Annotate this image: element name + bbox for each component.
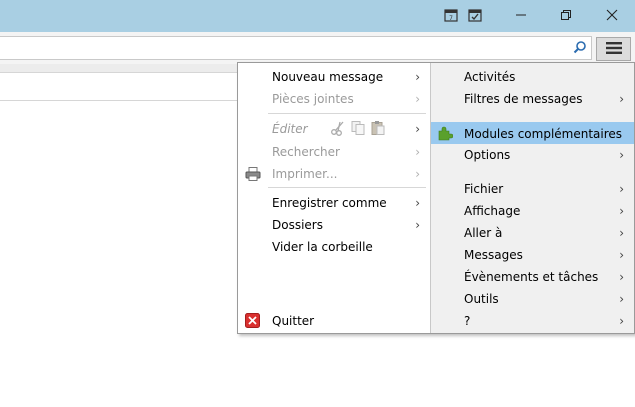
calendar-icon[interactable]: 7 [440,0,462,30]
menu-item-label: Messages [464,248,523,262]
menu-item-enregistrer-comme[interactable]: Enregistrer comme › [238,192,430,214]
menu-item-affichage[interactable]: Affichage › [431,200,634,222]
menu-item-pieces-jointes[interactable]: Pièces jointes › [238,88,430,110]
app-menu-popup: Nouveau message › Pièces jointes › Édite… [237,62,635,334]
menu-item-label: Dossiers [272,218,323,232]
menu-separator [268,187,426,188]
chevron-right-icon: › [619,148,624,162]
menu-separator [268,113,426,114]
menu-item-label: Outils [464,292,499,306]
menu-item-editer[interactable]: Éditer › [238,118,430,140]
chevron-right-icon: › [619,270,624,284]
hamburger-menu-icon [605,41,622,57]
cut-icon[interactable] [330,120,346,143]
menu-item-label: Aller à [464,226,503,240]
title-bar: 7 [0,0,635,32]
menu-item-imprimer[interactable]: Imprimer... › [238,163,430,185]
toolbar [0,32,635,65]
chevron-right-icon: › [619,182,624,196]
menu-item-label: Nouveau message [272,70,384,84]
menu-item-fichier[interactable]: Fichier › [431,178,634,200]
menu-item-label: Enregistrer comme [272,196,387,210]
menu-item-label: ? [464,314,471,328]
printer-icon [245,166,261,189]
menu-item-messages[interactable]: Messages › [431,244,634,266]
menu-item-dossiers[interactable]: Dossiers › [238,214,430,236]
menu-item-aller-a[interactable]: Aller à › [431,222,634,244]
menu-item-label: Fichier [464,182,504,196]
menu-item-label: Options [464,148,511,162]
menu-item-nouveau-message[interactable]: Nouveau message › [238,66,430,88]
chevron-right-icon: › [415,122,420,136]
app-menu-button[interactable] [596,37,631,61]
chevron-right-icon: › [415,70,420,84]
menu-item-label: Filtres de messages [464,92,583,106]
menu-item-label: Rechercher [272,145,340,159]
quit-icon [245,313,260,335]
search-icon[interactable] [573,40,587,57]
message-header-area [0,73,240,101]
chevron-right-icon: › [619,204,624,218]
menu-item-label: Activités [464,70,516,84]
chevron-right-icon: › [619,92,624,106]
chevron-right-icon: › [619,248,624,262]
close-icon[interactable] [596,0,628,30]
minimize-icon[interactable] [505,0,537,30]
chevron-right-icon: › [415,145,420,159]
menu-item-options[interactable]: Options › [431,144,634,166]
menu-item-label: Affichage [464,204,521,218]
chevron-right-icon: › [619,314,624,328]
menu-item-rechercher[interactable]: Rechercher › [238,141,430,163]
menu-item-label: Modules complémentaires [464,127,623,141]
tab-strip [0,64,240,73]
app-menu-left-column: Nouveau message › Pièces jointes › Édite… [238,63,430,333]
copy-icon[interactable] [350,120,366,143]
menu-item-filtres-messages[interactable]: Filtres de messages › [431,88,634,110]
chevron-right-icon: › [619,226,624,240]
menu-item-activites[interactable]: Activités [431,66,634,88]
menu-item-label: Quitter [272,314,315,328]
menu-item-modules-complementaires[interactable]: Modules complémentaires [431,122,634,144]
menu-item-label: Vider la corbeille [272,240,373,254]
chevron-right-icon: › [415,196,420,210]
search-input[interactable] [0,36,592,60]
chevron-right-icon: › [415,92,420,106]
chevron-right-icon: › [619,292,624,306]
paste-icon[interactable] [370,120,386,143]
app-menu-right-column: Activités Filtres de messages › Modules … [430,63,634,333]
menu-item-aide[interactable]: ? › [431,310,634,332]
menu-item-label: Évènements et tâches [464,270,599,284]
restore-icon[interactable] [550,0,582,30]
chevron-right-icon: › [415,218,420,232]
menu-item-evenements-taches[interactable]: Évènements et tâches › [431,266,634,288]
menu-item-vider-corbeille[interactable]: Vider la corbeille [238,236,430,258]
menu-item-outils[interactable]: Outils › [431,288,634,310]
tasks-icon[interactable] [464,0,486,30]
menu-item-label: Éditer [272,122,308,136]
edit-icons [330,120,386,143]
menu-item-label: Pièces jointes [272,92,354,106]
menu-item-label: Imprimer... [272,167,338,181]
svg-text:7: 7 [449,15,453,22]
menu-item-quitter[interactable]: Quitter [238,310,430,332]
chevron-right-icon: › [415,167,420,181]
